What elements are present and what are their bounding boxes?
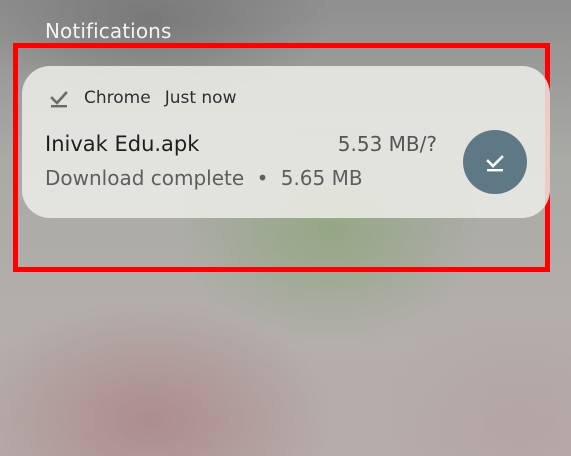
open-download-button[interactable] <box>463 130 527 194</box>
app-name: Chrome <box>84 88 151 108</box>
notification-status: Download complete • 5.65 MB <box>45 166 363 190</box>
download-notification[interactable]: Chrome Just now Inivak Edu.apk 5.53 MB/?… <box>22 66 550 218</box>
notifications-header: Notifications <box>45 19 172 43</box>
download-done-icon <box>483 150 507 174</box>
separator-dot: • <box>256 166 269 190</box>
download-done-icon <box>48 87 70 109</box>
notification-app-row: Chrome Just now <box>48 86 236 110</box>
notification-title: Inivak Edu.apk <box>45 132 200 156</box>
notification-time: Just now <box>164 88 237 108</box>
file-size: 5.65 MB <box>280 166 363 190</box>
download-size-progress: 5.53 MB/? <box>337 132 437 156</box>
status-text: Download complete <box>45 166 245 190</box>
